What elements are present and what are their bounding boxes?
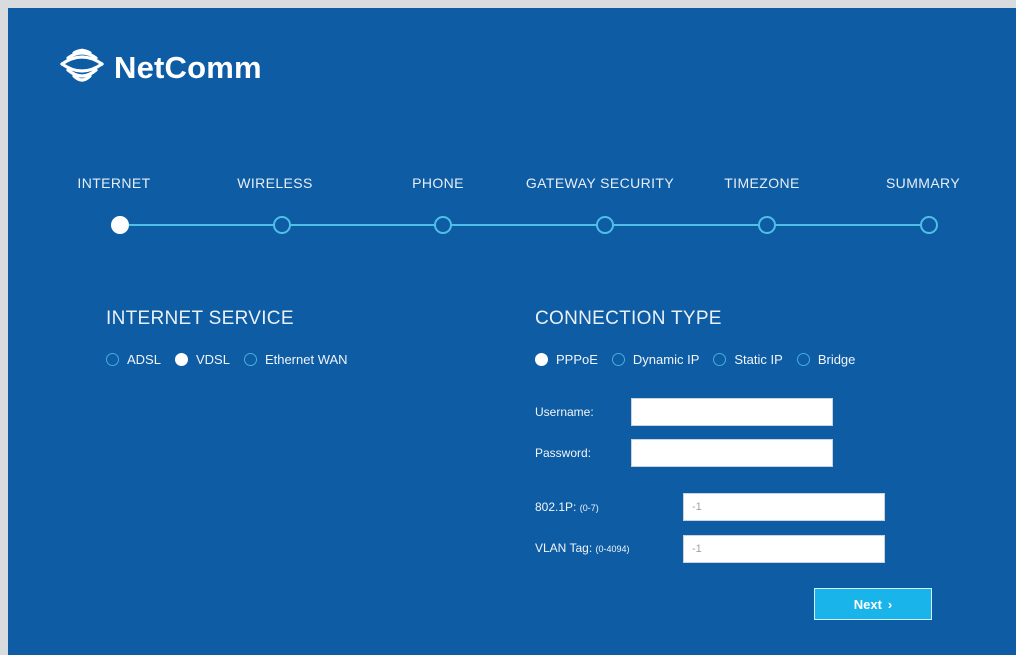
- radio-label: Bridge: [817, 352, 856, 367]
- step-label-gateway-security: GATEWAY SECURITY: [525, 175, 675, 191]
- step-dot-phone[interactable]: [434, 216, 452, 234]
- netcomm-logo: NetComm: [58, 48, 262, 88]
- radio-label: ADSL: [127, 352, 161, 367]
- radio-label: PPPoE: [556, 352, 598, 367]
- password-field[interactable]: [631, 439, 833, 467]
- radio-adsl[interactable]: ADSL: [106, 352, 161, 367]
- radio-circle[interactable]: [243, 353, 257, 366]
- chevron-right-icon: ›: [887, 596, 893, 612]
- step-dot-timezone[interactable]: [758, 216, 776, 234]
- step-dot-gateway-security[interactable]: [596, 216, 614, 234]
- internet-service-options: ADSL VDSL Ethernet WAN: [106, 352, 362, 367]
- radio-label: Static IP: [734, 352, 783, 367]
- radio-circle[interactable]: [106, 353, 119, 366]
- step-dot-summary[interactable]: [920, 216, 938, 234]
- step-label-wireless: WIRELESS: [237, 175, 313, 191]
- radio-static-ip[interactable]: Static IP: [713, 352, 783, 367]
- vlan-tag-label-text: VLAN Tag:: [535, 541, 593, 555]
- radio-vdsl[interactable]: VDSL: [174, 352, 230, 367]
- radio-label: VDSL: [195, 352, 230, 367]
- step-label-phone: PHONE: [412, 175, 464, 191]
- vlan-tag-field[interactable]: -1: [683, 535, 885, 563]
- radio-circle[interactable]: [713, 353, 727, 366]
- setup-wizard-panel: NetComm INTERNET WIRELESS PHONE GATEWAY …: [8, 8, 1016, 655]
- radio-dynamic-ip[interactable]: Dynamic IP: [611, 352, 700, 367]
- step-dot-wireless[interactable]: [273, 216, 291, 234]
- radio-ethernet-wan[interactable]: Ethernet WAN: [243, 352, 348, 367]
- username-field[interactable]: [631, 398, 833, 426]
- radio-circle[interactable]: [611, 353, 625, 366]
- radio-circle[interactable]: [796, 353, 810, 366]
- username-label: Username:: [535, 405, 594, 419]
- internet-service-title: INTERNET SERVICE: [106, 308, 294, 329]
- p8021-field[interactable]: -1: [683, 493, 885, 521]
- password-label: Password:: [535, 446, 592, 460]
- next-button-label: Next: [853, 596, 882, 612]
- radio-bridge[interactable]: Bridge: [796, 352, 856, 367]
- step-label-summary: SUMMARY: [885, 175, 961, 191]
- p8021-label: 802.1P: (0-7): [535, 500, 599, 514]
- connection-type-title: CONNECTION TYPE: [535, 308, 722, 329]
- radio-circle[interactable]: [174, 353, 188, 366]
- brand-name: NetComm: [114, 50, 262, 85]
- radio-label: Dynamic IP: [632, 352, 700, 367]
- p8021-range: (0-7): [579, 503, 599, 513]
- connection-type-options: PPPoE Dynamic IP Static IP Bridge: [535, 352, 869, 367]
- wifi-logo-icon: [60, 48, 104, 82]
- progress-track: [120, 224, 928, 226]
- vlan-tag-range: (0-4094): [595, 544, 630, 554]
- p8021-label-text: 802.1P:: [535, 500, 577, 514]
- radio-label: Ethernet WAN: [264, 352, 348, 367]
- step-label-internet: INTERNET: [77, 175, 151, 191]
- step-dot-internet[interactable]: [111, 216, 129, 234]
- vlan-tag-label: VLAN Tag: (0-4094): [535, 541, 630, 555]
- radio-pppoe[interactable]: PPPoE: [535, 352, 598, 367]
- next-button[interactable]: Next ›: [814, 588, 932, 620]
- step-label-timezone: TIMEZONE: [724, 175, 800, 191]
- radio-circle[interactable]: [535, 353, 548, 366]
